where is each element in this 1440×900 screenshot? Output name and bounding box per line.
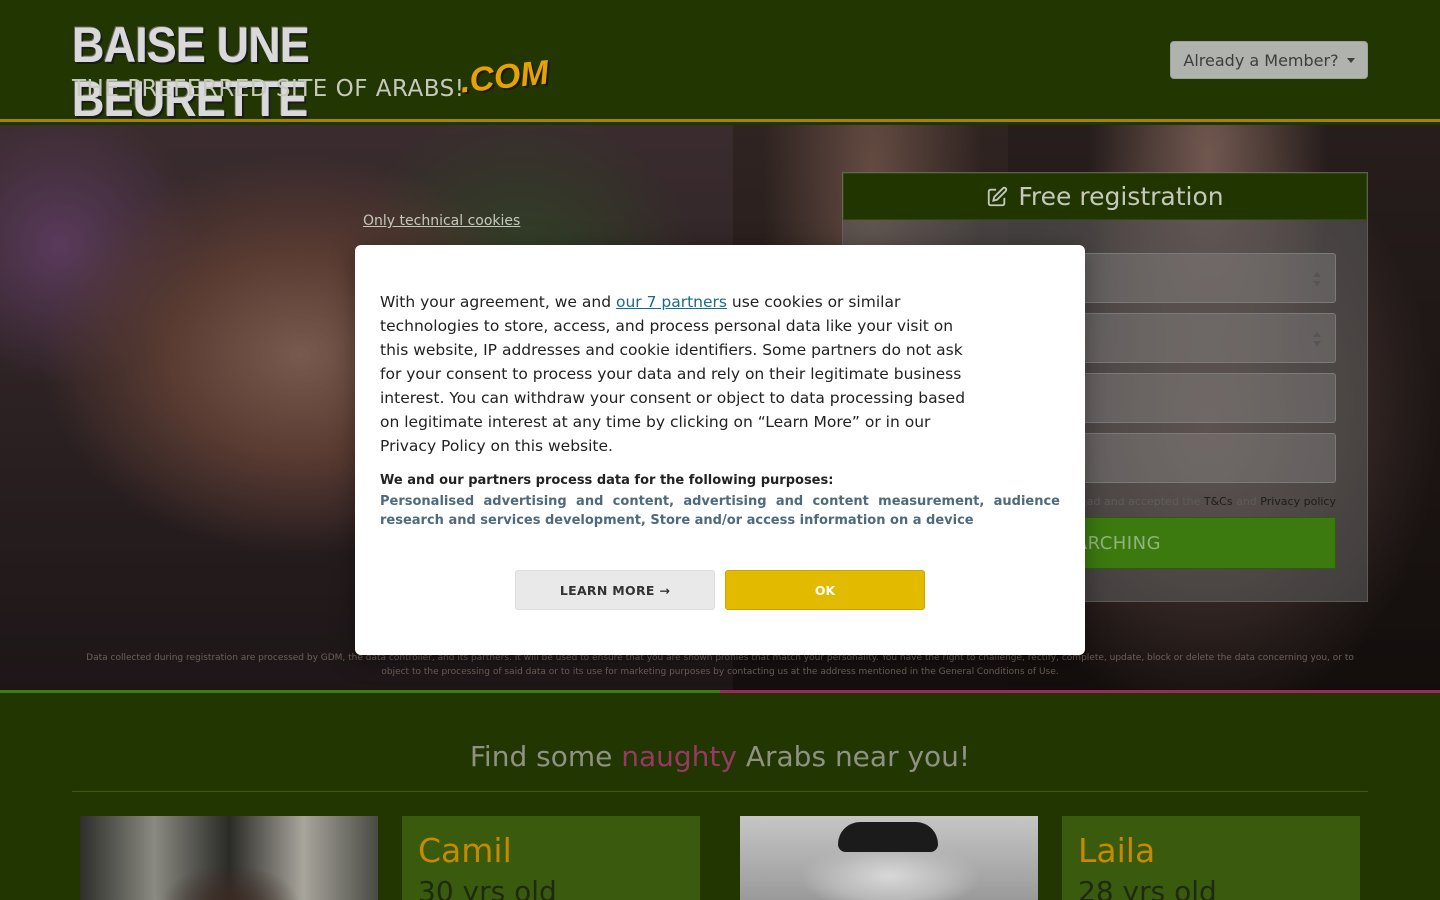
purposes-list[interactable]: Personalised advertising and content, ad… bbox=[380, 492, 1060, 530]
site-logo[interactable]: BAISE UNE BEURETTE .COM THE PREFERRED SI… bbox=[72, 18, 550, 126]
already-member-dropdown-button[interactable]: Already a Member? bbox=[1170, 41, 1368, 79]
profile-name: Camil bbox=[418, 831, 512, 870]
terms-link[interactable]: T&Cs bbox=[1204, 495, 1233, 508]
terms-and: and bbox=[1236, 495, 1257, 508]
find-title-before: Find some bbox=[469, 740, 622, 773]
cookie-intro-after: use cookies or similar technologies to s… bbox=[380, 293, 966, 455]
profile-age: 30 yrs old bbox=[418, 875, 557, 900]
caret-down-icon bbox=[1346, 57, 1355, 63]
cookie-consent-dialog: With your agreement, we and our 7 partne… bbox=[355, 245, 1085, 655]
find-section-title: Find some naughty Arabs near you! bbox=[0, 740, 1440, 773]
select-arrows-icon bbox=[1313, 332, 1321, 346]
site-tagline: THE PREFERRED SITE OF ARABS! bbox=[72, 76, 465, 102]
ok-accept-button[interactable]: OK bbox=[725, 570, 925, 610]
logo-suffix-text: .COM bbox=[458, 53, 551, 101]
hero-divider-pink bbox=[720, 690, 1440, 693]
purposes-title: We and our partners process data for the… bbox=[380, 473, 834, 488]
registration-header: Free registration bbox=[843, 173, 1367, 220]
learn-more-button[interactable]: LEARN MORE → bbox=[515, 570, 715, 610]
partners-link[interactable]: our 7 partners bbox=[616, 293, 727, 311]
profile-photo-1[interactable] bbox=[80, 816, 378, 900]
member-button-label: Already a Member? bbox=[1183, 50, 1339, 70]
technical-cookies-link[interactable]: Only technical cookies bbox=[363, 213, 520, 229]
registration-title: Free registration bbox=[1018, 182, 1224, 211]
logo-main-text: BAISE UNE BEURETTE bbox=[72, 17, 310, 127]
select-arrows-icon bbox=[1313, 272, 1321, 286]
privacy-policy-link[interactable]: Privacy policy bbox=[1260, 495, 1336, 508]
find-title-after: Arabs near you! bbox=[736, 740, 971, 773]
site-header: BAISE UNE BEURETTE .COM THE PREFERRED SI… bbox=[0, 0, 1440, 126]
cookie-intro-text: With your agreement, we and our 7 partne… bbox=[380, 290, 985, 458]
legal-notice: Data collected during registration are p… bbox=[86, 653, 1354, 677]
profile-photo-2[interactable] bbox=[740, 816, 1038, 900]
profile-card-1[interactable]: Camil 30 yrs old bbox=[402, 816, 700, 900]
profile-age: 28 yrs old bbox=[1078, 875, 1217, 900]
hero-divider-green bbox=[0, 690, 720, 693]
profile-card-2[interactable]: Laila 28 yrs old bbox=[1062, 816, 1360, 900]
edit-icon bbox=[988, 186, 1008, 206]
profile-name: Laila bbox=[1078, 831, 1156, 870]
find-title-highlight: naughty bbox=[621, 740, 737, 773]
sunglasses-detail bbox=[838, 822, 938, 852]
cookie-intro-before: With your agreement, we and bbox=[380, 293, 616, 311]
section-divider bbox=[72, 791, 1368, 792]
